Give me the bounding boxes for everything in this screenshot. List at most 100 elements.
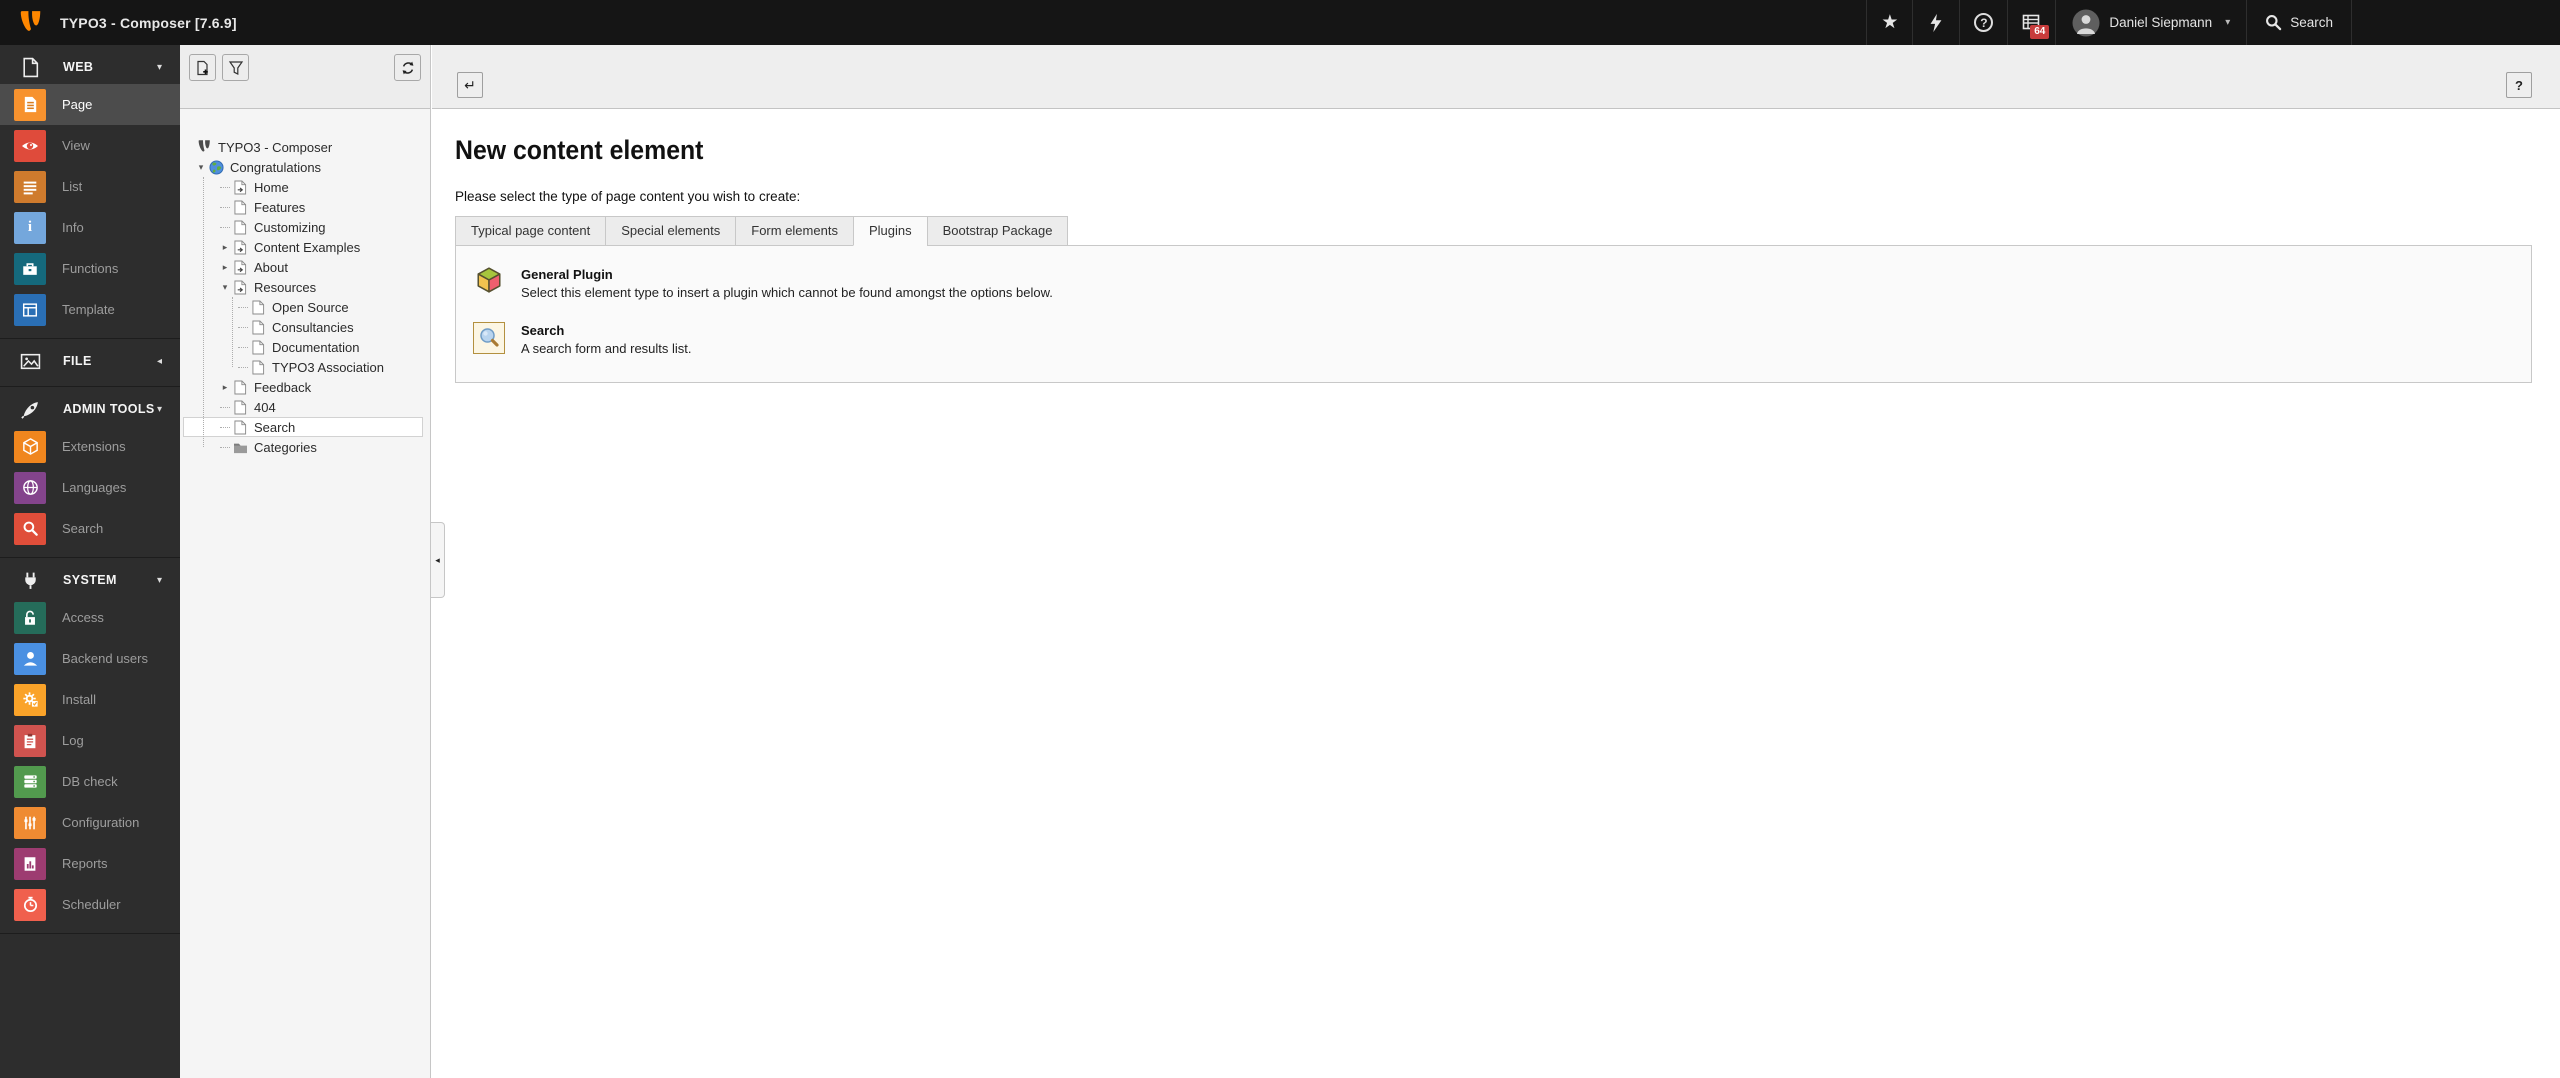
sidebar-item-reports[interactable]: Reports (0, 843, 180, 884)
tree-node-resources[interactable]: ▾ Resources (183, 277, 423, 297)
tree-node-about[interactable]: ▸ About (183, 257, 423, 277)
rocket-icon (20, 399, 41, 420)
reports-module-icon (14, 848, 46, 880)
tree-node-search[interactable]: Search (183, 417, 423, 437)
search-button[interactable]: Search (2246, 0, 2352, 45)
wizard-item-text: General Plugin Select this element type … (521, 266, 1053, 301)
tab-form-elements[interactable]: Form elements (735, 216, 854, 246)
tree-node-congratulations[interactable]: ▾ Congratulations (183, 157, 423, 177)
tree-expand-icon[interactable]: ▾ (194, 163, 208, 172)
tree-node-customizing[interactable]: Customizing (183, 217, 423, 237)
tree-node-features[interactable]: Features (183, 197, 423, 217)
page-icon (250, 299, 266, 315)
bookmarks-button[interactable]: ★ (1866, 0, 1912, 45)
tree-node-open-source[interactable]: Open Source (183, 297, 423, 317)
filter-button[interactable] (222, 54, 249, 81)
user-menu-button[interactable]: Daniel Siepmann ▾ (2055, 0, 2246, 45)
tab-bar: Typical page content Special elements Fo… (455, 216, 2532, 246)
tree-line-stub (220, 447, 230, 448)
sidebar-item-configuration[interactable]: Configuration (0, 802, 180, 843)
sidebar-item-db-check[interactable]: DB check (0, 761, 180, 802)
tree-guide-line (203, 177, 204, 447)
sidebar-item-info[interactable]: i Info (0, 207, 180, 248)
tab-typical-page-content[interactable]: Typical page content (455, 216, 606, 246)
tab-plugins[interactable]: Plugins (853, 216, 928, 246)
section-header-file[interactable]: FILE ◂ (0, 344, 180, 378)
template-module-icon (14, 294, 46, 326)
sidebar-item-label: Languages (62, 480, 126, 495)
sidebar-item-label: Scheduler (62, 897, 121, 912)
sidebar-item-label: View (62, 138, 90, 153)
tree-line-stub (220, 207, 230, 208)
sidebar-item-scheduler[interactable]: Scheduler (0, 884, 180, 925)
documents-count-badge: 64 (2030, 25, 2049, 39)
tree-node-label: Search (254, 420, 295, 435)
topbar-brand[interactable]: TYPO3 - Composer [7.6.9] (0, 0, 237, 45)
tree-expand-icon[interactable]: ▸ (218, 383, 232, 392)
tree-expand-icon[interactable]: ▸ (218, 243, 232, 252)
sidebar-item-functions[interactable]: Functions (0, 248, 180, 289)
tree-expand-icon[interactable]: ▾ (218, 283, 232, 292)
tree-node-404[interactable]: 404 (183, 397, 423, 417)
chevron-down-icon: ▾ (157, 575, 162, 586)
sidebar-item-label: Access (62, 610, 104, 625)
sidebar-item-languages[interactable]: Languages (0, 467, 180, 508)
tree-node-label: TYPO3 Association (272, 360, 384, 375)
page-tree: TYPO3 - Composer ▾ Congratulations (180, 109, 430, 457)
tree-line-stub (220, 187, 230, 188)
tree-node-feedback[interactable]: ▸ Feedback (183, 377, 423, 397)
section-label: SYSTEM (63, 573, 157, 587)
sidebar-item-access[interactable]: Access (0, 597, 180, 638)
wizard-item-search[interactable]: Search A search form and results list. (472, 322, 2515, 357)
back-button[interactable]: ↵ (457, 72, 483, 98)
sidebar-item-view[interactable]: View (0, 125, 180, 166)
sidebar-item-template[interactable]: Template (0, 289, 180, 330)
sidebar-item-log[interactable]: Log (0, 720, 180, 761)
list-module-icon (14, 171, 46, 203)
sidebar-item-label: Install (62, 692, 96, 707)
sidebar-item-label: Functions (62, 261, 118, 276)
tree-node-consultancies[interactable]: Consultancies (183, 317, 423, 337)
tree-node-label: 404 (254, 400, 276, 415)
tree-node-root[interactable]: TYPO3 - Composer (183, 137, 423, 157)
page-title: New content element (455, 135, 2366, 165)
tree-node-content-examples[interactable]: ▸ Content Examples (183, 237, 423, 257)
wizard-item-description: A search form and results list. (521, 340, 692, 357)
wizard-item-general-plugin[interactable]: General Plugin Select this element type … (472, 266, 2515, 301)
tree-collapse-handle[interactable]: ◂ (431, 522, 445, 598)
wizard-item-title: Search (521, 322, 692, 339)
chevron-left-icon: ◂ (157, 356, 162, 367)
tree-node-label: Congratulations (230, 160, 321, 175)
tree-guide-line (232, 297, 233, 367)
tree-node-categories[interactable]: Categories (183, 437, 423, 457)
sidebar-item-backend-users[interactable]: Backend users (0, 638, 180, 679)
tree-node-documentation[interactable]: Documentation (183, 337, 423, 357)
tree-expand-icon[interactable]: ▸ (218, 263, 232, 272)
clear-cache-button[interactable] (1912, 0, 1959, 45)
sidebar-item-install[interactable]: Install (0, 679, 180, 720)
refresh-icon (400, 60, 416, 76)
filter-funnel-icon (228, 60, 244, 76)
refresh-button[interactable] (394, 54, 421, 81)
section-header-admin-tools[interactable]: ADMIN TOOLS ▾ (0, 392, 180, 426)
tree-line-stub (220, 407, 230, 408)
section-header-system[interactable]: SYSTEM ▾ (0, 563, 180, 597)
scheduler-module-icon (14, 889, 46, 921)
sidebar-item-extensions[interactable]: Extensions (0, 426, 180, 467)
help-menu-button[interactable]: ? (1959, 0, 2007, 45)
tab-bootstrap-package[interactable]: Bootstrap Package (927, 216, 1069, 246)
opened-documents-button[interactable]: 64 (2007, 0, 2055, 45)
tree-node-typo3-association[interactable]: TYPO3 Association (183, 357, 423, 377)
sidebar-item-page[interactable]: Page (0, 84, 180, 125)
tree-node-home[interactable]: Home (183, 177, 423, 197)
tree-node-label: Resources (254, 280, 316, 295)
csh-help-button[interactable]: ? (2506, 72, 2532, 98)
sidebar-item-search-module[interactable]: Search (0, 508, 180, 549)
new-page-button[interactable] (189, 54, 216, 81)
tab-special-elements[interactable]: Special elements (605, 216, 736, 246)
page-tree-panel: TYPO3 - Composer ▾ Congratulations (180, 45, 431, 1078)
plug-icon (20, 570, 41, 591)
section-header-web[interactable]: WEB ▾ (0, 50, 180, 84)
sidebar-item-list[interactable]: List (0, 166, 180, 207)
help-icon: ? (1974, 13, 1993, 32)
